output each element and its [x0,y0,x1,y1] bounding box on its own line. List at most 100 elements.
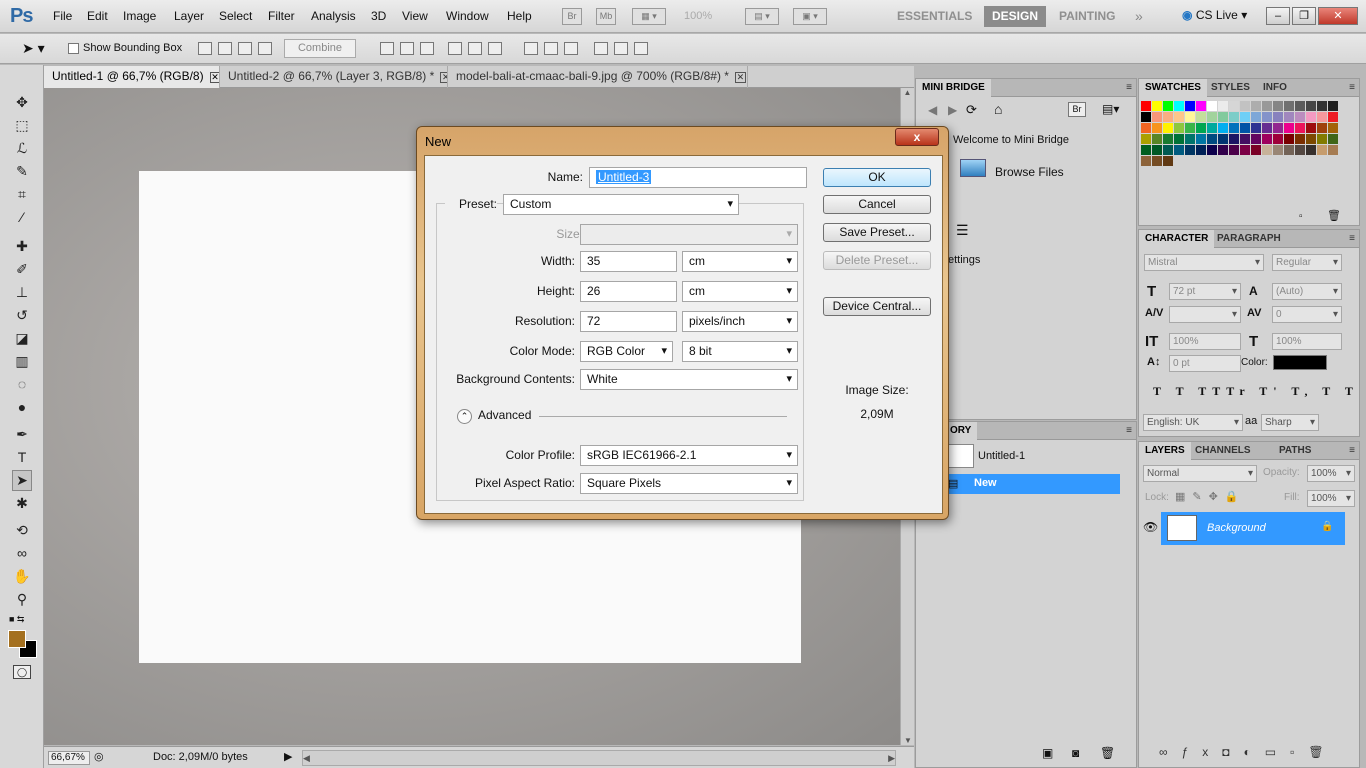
align-hcenter-icon[interactable] [468,42,482,55]
color-swatch[interactable] [1273,134,1283,144]
antialias-select[interactable]: Sharp [1261,414,1319,431]
width-input[interactable]: 35 [580,251,677,272]
status-info-icon[interactable]: ◎ [94,750,104,763]
path-selection-tool-icon[interactable]: ➤ ▾ [22,40,45,57]
color-swatch[interactable] [1185,134,1195,144]
baseline-shift-field[interactable]: 0 pt [1169,355,1241,372]
distribute-bottom-icon[interactable] [564,42,578,55]
color-swatch[interactable] [1306,134,1316,144]
color-swatch[interactable] [1141,134,1151,144]
color-swatch[interactable] [1152,123,1162,133]
tab-character[interactable]: CHARACTER [1139,230,1215,248]
color-swatch[interactable] [1251,101,1261,111]
distribute-right-icon[interactable] [634,42,648,55]
color-swatch[interactable] [1185,112,1195,122]
faux-bold-button[interactable]: T [1153,384,1167,398]
bit-depth-select[interactable]: 8 bit [682,341,798,362]
panel-menu-icon[interactable]: ≡ [1349,233,1355,244]
tab-info[interactable]: INFO [1257,79,1293,97]
menu-analysis[interactable]: Analysis [311,9,356,23]
intersect-shape-icon[interactable] [238,42,252,55]
workspace-essentials[interactable]: ESSENTIALS [889,6,980,27]
small-caps-button[interactable]: Tr [1226,384,1250,398]
color-swatch[interactable] [1163,101,1173,111]
add-mask-icon[interactable]: ◘ [1222,745,1243,759]
color-swatch[interactable] [1229,123,1239,133]
distribute-vcenter-icon[interactable] [544,42,558,55]
save-preset-button[interactable]: Save Preset... [823,223,931,242]
color-swatch[interactable] [1141,156,1151,166]
exclude-shape-icon[interactable] [258,42,272,55]
tab-paths[interactable]: PATHS [1273,442,1317,460]
color-swatch[interactable] [1295,123,1305,133]
foreground-color-swatch[interactable] [8,630,26,648]
color-swatch[interactable] [1328,134,1338,144]
workspace-painting[interactable]: PAINTING [1051,6,1123,27]
menu-window[interactable]: Window [446,9,489,23]
color-swatch[interactable] [1229,134,1239,144]
minimize-button[interactable]: – [1266,7,1290,25]
color-swatch[interactable] [1295,101,1305,111]
panel-menu-icon[interactable]: ≡ [1126,82,1132,93]
arrange-documents-icon[interactable]: ▤ ▾ [745,8,779,25]
trash-icon[interactable]: 🗑 [1308,745,1337,759]
menu-select[interactable]: Select [219,9,252,23]
bridge-button[interactable]: Br [562,8,582,25]
recent-folders-icon[interactable]: ⟳ [966,102,977,118]
eraser-tool-icon[interactable]: ◪ [12,329,32,347]
color-swatch[interactable] [1251,112,1261,122]
status-menu-arrow-icon[interactable]: ▶ [284,750,292,763]
fill-field[interactable]: 100% [1307,490,1355,507]
horizontal-scrollbar[interactable]: ◀ ▶ [302,750,896,766]
layer-row-background[interactable]: Background 🔒 [1161,512,1345,545]
color-swatch[interactable] [1218,123,1228,133]
height-input[interactable]: 26 [580,281,677,302]
menu-help[interactable]: Help [507,9,532,23]
color-swatch[interactable] [1251,123,1261,133]
zoom-level-readout[interactable]: 100% [684,10,712,22]
bridge-launch-button[interactable]: Br [1068,102,1086,117]
quick-selection-tool-icon[interactable]: ✎ [12,162,32,180]
menu-view[interactable]: View [402,9,428,23]
color-swatch[interactable] [1317,101,1327,111]
link-layers-icon[interactable]: ∞ [1159,745,1182,759]
back-arrow-icon[interactable]: ◀ [928,103,937,117]
workspace-design[interactable]: DESIGN [984,6,1047,27]
tab-untitled-2[interactable]: Untitled-2 @ 66,7% (Layer 3, RGB/8) * ✕ [220,66,448,88]
color-swatch[interactable] [1284,134,1294,144]
background-contents-select[interactable]: White [580,369,798,390]
close-window-button[interactable]: ✕ [1318,7,1358,25]
subtract-shape-icon[interactable] [218,42,232,55]
menu-layer[interactable]: Layer [174,9,204,23]
kerning-field[interactable] [1169,306,1241,323]
width-unit-select[interactable]: cm [682,251,798,272]
color-swatch[interactable] [1328,101,1338,111]
snapshot-name[interactable]: Untitled-1 [978,450,1025,462]
3d-rotate-tool-icon[interactable]: ⟲ [12,521,32,539]
color-swatch[interactable] [1262,112,1272,122]
scroll-down-icon[interactable]: ▼ [901,736,915,745]
color-swatch[interactable] [1240,123,1250,133]
color-profile-select[interactable]: sRGB IEC61966-2.1 [580,445,798,466]
default-colors-icon[interactable]: ■ ⇆ [9,614,24,625]
tab-untitled-1[interactable]: Untitled-1 @ 66,7% (RGB/8) ✕ [44,66,220,88]
settings-link[interactable]: ettings [948,254,980,266]
color-swatch[interactable] [1229,112,1239,122]
color-swatch[interactable] [1141,123,1151,133]
trash-icon[interactable]: 🗑 [1100,746,1115,760]
color-swatch[interactable] [1163,156,1173,166]
color-swatch[interactable] [1207,101,1217,111]
color-swatch[interactable] [1240,112,1250,122]
color-swatch[interactable] [1152,156,1162,166]
opacity-field[interactable]: 100% [1307,465,1355,482]
browse-files-icon[interactable] [960,159,986,177]
eyedropper-tool-icon[interactable]: ⁄ [12,208,32,226]
color-swatch[interactable] [1163,123,1173,133]
close-icon[interactable]: ✕ [440,72,447,83]
color-swatch[interactable] [1196,112,1206,122]
lock-icons[interactable]: ▦✎✥🔒 [1175,490,1246,503]
color-swatch[interactable] [1185,145,1195,155]
quick-mask-icon[interactable]: ◯ [13,665,31,679]
layer-actions[interactable]: ∞ƒx◘◐▭▫🗑 [1159,745,1338,759]
color-swatch[interactable] [1163,112,1173,122]
